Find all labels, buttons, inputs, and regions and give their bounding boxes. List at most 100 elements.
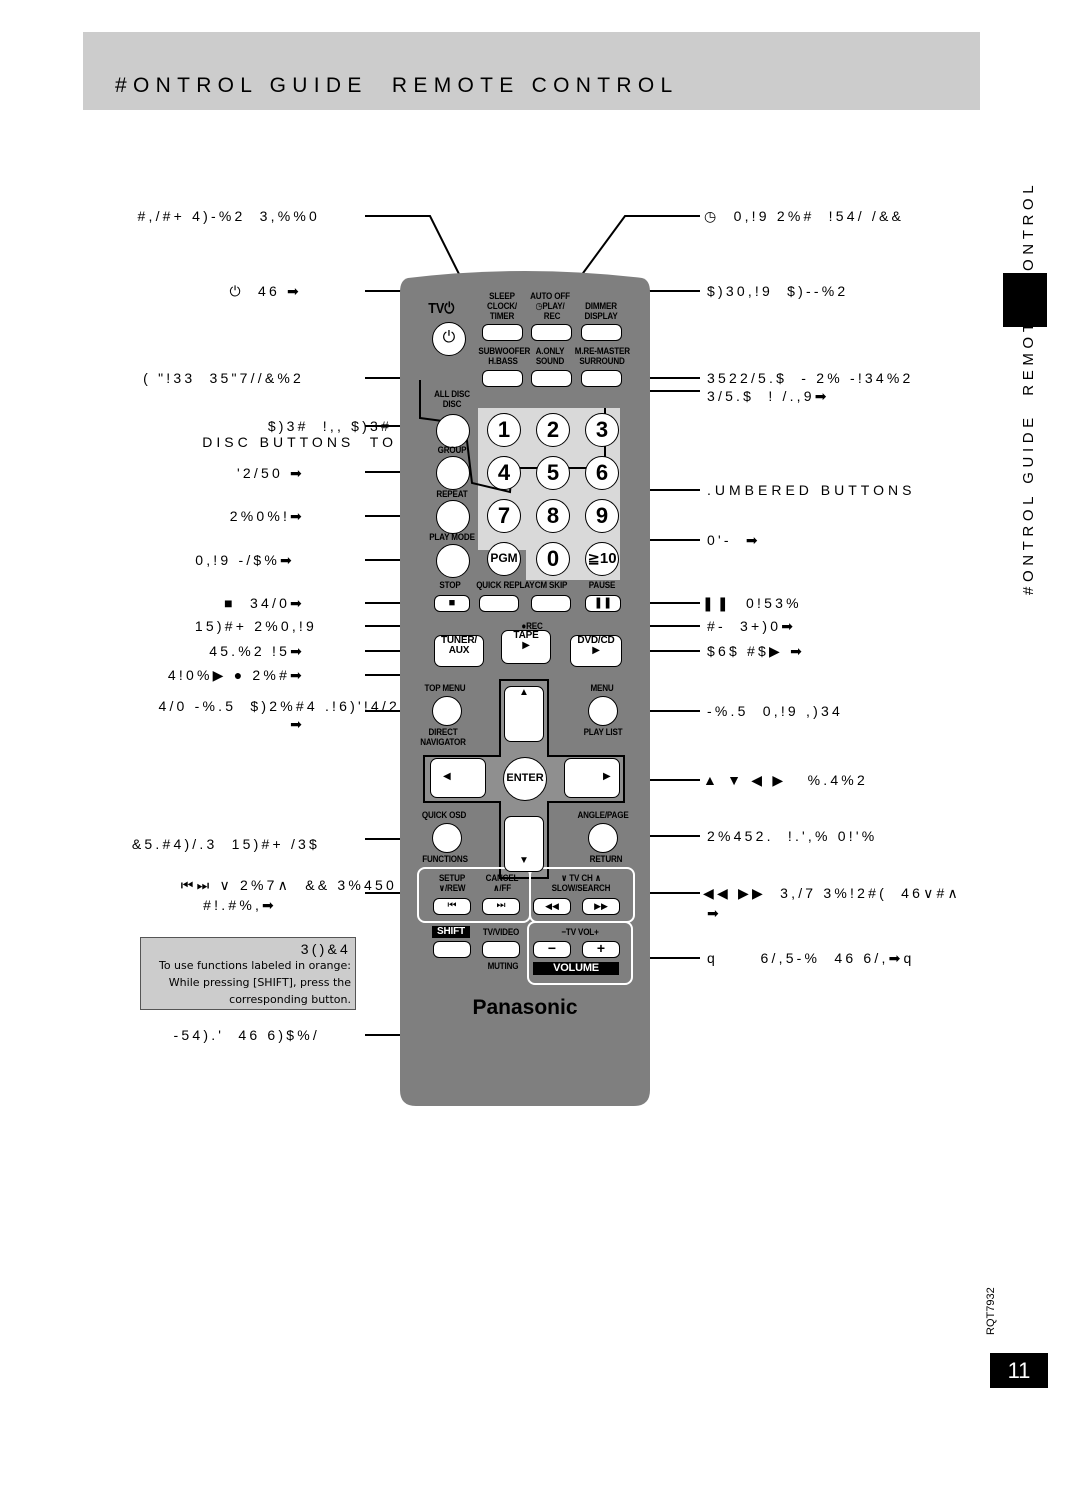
number-button-7[interactable]: 7 — [487, 499, 521, 533]
skip-forward-icon: ⏭ — [496, 900, 506, 911]
doc-code: RQT7932 — [985, 1287, 997, 1335]
tv-vol-label: −TV VOL+ — [561, 927, 599, 938]
tv-video-label: TV/VIDEO — [482, 927, 520, 938]
group-button[interactable] — [436, 456, 470, 490]
label-muting-tv-video: -54).' 46 6)$%/ — [173, 1027, 320, 1043]
volume-label: VOLUME — [533, 962, 619, 975]
play-rec-auto-off-button[interactable] — [531, 324, 572, 341]
cm-skip-label: CM SKIP — [534, 580, 568, 591]
fast-forward-icon: ▶▶ — [594, 901, 608, 911]
up-button[interactable]: ▲ — [504, 686, 544, 742]
page-title: #ONTROL GUIDE REMOTE CONTROL — [115, 74, 679, 97]
number-button-9[interactable]: 9 — [585, 499, 619, 533]
label-disc-all-disc: $)3# !,, $)3# — [267, 418, 392, 434]
label-pgm: 0'- ➡ — [707, 532, 761, 548]
number-button-1[interactable]: 1 — [487, 413, 521, 447]
dvd-cd-button[interactable]: DVD/CD ▶ — [570, 635, 622, 667]
menu-label: MENU — [590, 683, 614, 694]
cm-skip-button[interactable] — [531, 595, 571, 612]
pause-label: PAUSE — [588, 580, 616, 591]
hbass-subwoofer-label: SUBWOOFER H.BASS — [478, 346, 531, 367]
ten-plus-button[interactable]: ≧10 — [585, 542, 619, 576]
up-arrow-icon: ▲ — [519, 687, 529, 698]
remote-control: TV⏻ ⏻ SLEEP CLOCK/ TIMER AUTO OFF ◷PLAY/… — [400, 268, 650, 1108]
search-back-button[interactable]: ◀◀ — [533, 898, 571, 915]
number-button-5[interactable]: 5 — [536, 456, 570, 490]
label-slow-search-arrow: ➡ — [707, 905, 722, 921]
number-button-6[interactable]: 6 — [585, 456, 619, 490]
shift-note-line: corresponding button. — [229, 993, 351, 1006]
hbass-subwoofer-button[interactable] — [482, 370, 523, 387]
search-forward-button[interactable]: ▶▶ — [582, 898, 620, 915]
top-menu-button[interactable] — [432, 696, 462, 726]
label-top-menu-direct-navigator: 4/0 -%.5 $)2%#4 .!6)'!4/2 — [158, 698, 400, 714]
label-surround-remaster: 3522/5.$ - 2% -!34%2 — [707, 370, 914, 386]
label-tape-rec: 4!0%▶ ● 2%#➡ — [167, 667, 305, 683]
shift-label: SHIFT — [432, 926, 470, 938]
left-arrow-icon: ◀ — [443, 771, 451, 782]
surround-remaster-label: M.RE-MASTER SURROUND — [574, 346, 630, 367]
tv-power-button[interactable]: ⏻ — [432, 322, 466, 356]
play-mode-button[interactable] — [436, 544, 470, 578]
enter-button[interactable]: ENTER — [503, 757, 547, 801]
quick-replay-button[interactable] — [479, 595, 519, 612]
number-button-0[interactable]: 0 — [536, 542, 570, 576]
side-tab-label: #ONTROL GUIDE REMOTE CONTROL — [1020, 180, 1037, 595]
cancel-ff-label: CANCEL ∧/FF — [485, 873, 519, 894]
pgm-button[interactable]: PGM — [487, 542, 521, 576]
display-dimmer-button[interactable] — [581, 324, 622, 341]
label-quick-replay: 15)#+ 2%0,!9 — [194, 618, 317, 634]
number-button-2[interactable]: 2 — [536, 413, 570, 447]
label-slow-search-tv-ch: ◀◀ ▶▶ 3,/7 3%!2#( 46∨#∧ — [703, 885, 961, 901]
slow-search-label: ∨ TV CH ∧ SLOW/SEARCH — [551, 873, 611, 894]
menu-button[interactable] — [588, 696, 618, 726]
quick-replay-label: QUICK REPLAY — [476, 580, 535, 591]
skip-back-button[interactable]: ⏮ — [433, 898, 471, 915]
tape-button[interactable]: TAPE ▶ — [501, 630, 551, 664]
label-play-rec-auto-off: ◷ 0,!9 2%# !54/ /&& — [704, 208, 905, 224]
skip-forward-button[interactable]: ⏭ — [482, 898, 520, 915]
direct-navigator-label: DIRECT NAVIGATOR — [420, 727, 466, 748]
label-menu-play-list: -%.5 0,!9 ,)34 — [707, 703, 843, 719]
power-icon: ⏻ — [442, 329, 456, 346]
number-button-4[interactable]: 4 — [487, 456, 521, 490]
sleep-clock-timer-button[interactable] — [482, 324, 523, 341]
functions-label: FUNCTIONS — [422, 854, 468, 865]
quick-osd-label: QUICK OSD — [421, 810, 467, 821]
muting-label: MUTING — [487, 961, 519, 972]
down-arrow-icon: ▼ — [519, 855, 529, 866]
stop-button[interactable]: ■ — [434, 595, 470, 612]
repeat-button[interactable] — [436, 500, 470, 534]
sleep-clock-timer-label: SLEEP CLOCK/ TIMER — [487, 291, 517, 322]
shift-note-line: While pressing [SHIFT], press the — [168, 976, 351, 989]
label-stop: ■ 34/0➡ — [224, 595, 305, 611]
right-button[interactable]: ▶ — [564, 758, 620, 798]
down-button[interactable]: ▼ — [504, 816, 544, 872]
shift-button[interactable] — [433, 941, 471, 958]
number-button-8[interactable]: 8 — [536, 499, 570, 533]
label-dvd-cd: $6$ #$▶ ➡ — [707, 643, 806, 659]
surround-remaster-button[interactable] — [581, 370, 622, 387]
sound-a-only-button[interactable] — [531, 370, 572, 387]
left-button[interactable]: ◀ — [430, 758, 486, 798]
volume-up-button[interactable]: + — [582, 941, 620, 958]
disc-button[interactable] — [436, 414, 470, 448]
label-group: '2/50 ➡ — [237, 465, 305, 481]
tuner-aux-button[interactable]: TUNER/ AUX — [434, 635, 484, 667]
return-label: RETURN — [589, 854, 623, 865]
play-list-label: PLAY LIST — [583, 727, 623, 738]
pause-button[interactable]: ❚❚ — [585, 595, 621, 612]
label-play-mode: 0,!9 -/$%➡ — [195, 552, 295, 568]
tv-video-muting-button[interactable] — [482, 941, 520, 958]
angle-page-button[interactable] — [588, 823, 618, 853]
group-label: GROUP — [437, 445, 467, 456]
label-top-menu-arrow: ➡ — [290, 716, 305, 732]
stop-icon: ■ — [448, 597, 456, 609]
tuner-aux-label: TUNER/ AUX — [440, 635, 478, 656]
volume-down-button[interactable]: − — [533, 941, 571, 958]
label-skip-cancel-arrow: #!.#%,➡ — [203, 897, 277, 913]
number-button-3[interactable]: 3 — [585, 413, 619, 447]
quick-osd-button[interactable] — [432, 823, 462, 853]
side-tab-marker — [1003, 273, 1047, 327]
label-repeat: 2%0%!➡ — [229, 508, 305, 524]
